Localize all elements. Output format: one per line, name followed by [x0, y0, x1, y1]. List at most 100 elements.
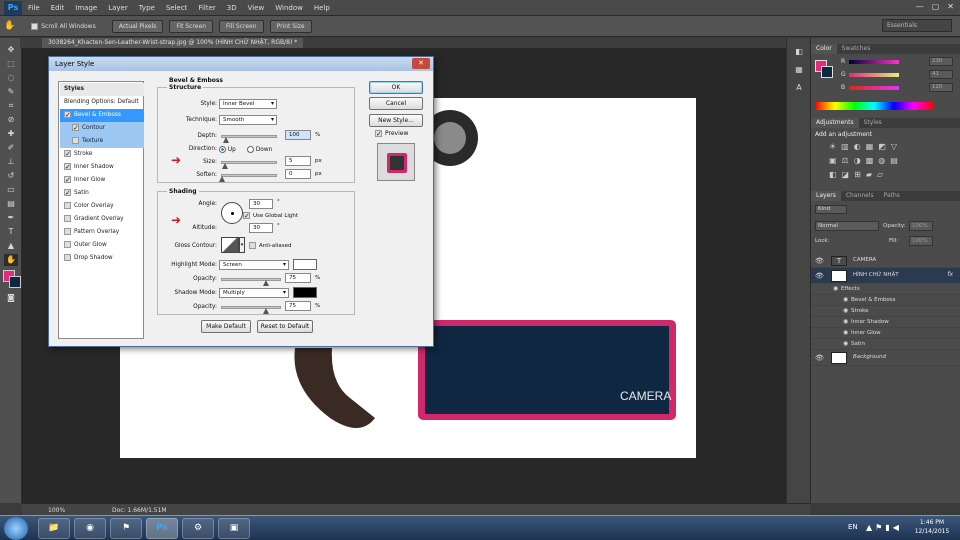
menu-edit[interactable]: Edit — [51, 4, 65, 12]
app-taskbar-icon[interactable]: ⚑ — [110, 518, 142, 539]
soften-slider[interactable] — [219, 174, 277, 182]
style-item-checkbox[interactable] — [64, 202, 71, 209]
character-panel-icon[interactable]: A — [792, 82, 806, 94]
visibility-eye-icon[interactable]: 👁 — [815, 272, 824, 280]
style-item-checkbox[interactable] — [64, 111, 71, 118]
style-item-checkbox[interactable] — [64, 163, 71, 170]
highlight-mode-dropdown[interactable]: Screen — [219, 260, 289, 270]
tab-styles[interactable]: Styles — [859, 118, 887, 128]
make-default-button[interactable]: Make Default — [201, 320, 251, 333]
close-icon[interactable]: ✕ — [947, 2, 954, 11]
hand-tool-icon[interactable]: ✋ — [4, 21, 15, 31]
style-item-inner-glow[interactable]: Inner Glow — [60, 174, 144, 187]
gloss-contour-dropdown-icon[interactable]: ▾ — [239, 237, 245, 253]
style-item-inner-shadow[interactable]: Inner Shadow — [60, 161, 144, 174]
style-item-drop-shadow[interactable]: Drop Shadow — [60, 252, 144, 265]
r-slider[interactable] — [849, 60, 899, 64]
style-item-checkbox[interactable] — [64, 150, 71, 157]
g-slider[interactable] — [849, 73, 899, 77]
effect-visibility-icon[interactable]: ◉ — [843, 329, 848, 336]
layer-row-effect-group[interactable]: ◉ Effects — [811, 284, 960, 295]
style-item-bevel-emboss[interactable]: Bevel & Emboss — [60, 109, 144, 122]
anti-aliased-checkbox[interactable]: Anti-aliased — [249, 242, 291, 249]
effect-visibility-icon[interactable]: ◉ — [843, 296, 848, 303]
layer-row-effect[interactable]: ◉ Inner Shadow — [811, 317, 960, 328]
quick-select-tool-icon[interactable]: ✎ — [4, 86, 18, 98]
layer-row-text[interactable]: 👁 T CAMERA — [811, 254, 960, 268]
shadow-color-swatch[interactable] — [293, 287, 317, 298]
altitude-input[interactable]: 30 — [249, 223, 273, 233]
menu-view[interactable]: View — [248, 4, 265, 12]
photos-taskbar-icon[interactable]: ▣ — [218, 518, 250, 539]
b-slider[interactable] — [849, 86, 899, 90]
highlight-color-swatch[interactable] — [293, 259, 317, 270]
layer-row-effect[interactable]: ◉ Stroke — [811, 306, 960, 317]
layer-row-image[interactable]: 👁 Background — [811, 350, 960, 366]
style-dropdown[interactable]: Inner Bevel — [219, 99, 277, 109]
crop-tool-icon[interactable]: ⌗ — [4, 100, 18, 112]
shadow-opacity-slider[interactable] — [221, 306, 281, 314]
effect-visibility-icon[interactable]: ◉ — [833, 285, 838, 292]
style-item-satin[interactable]: Satin — [60, 187, 144, 200]
menu-file[interactable]: File — [28, 4, 40, 12]
style-item-checkbox[interactable] — [72, 124, 79, 131]
language-indicator[interactable]: EN — [848, 523, 858, 531]
style-item-checkbox[interactable] — [64, 228, 71, 235]
type-tool-icon[interactable]: T — [4, 226, 18, 238]
tab-paths[interactable]: Paths — [879, 191, 905, 201]
menu-type[interactable]: Type — [139, 4, 155, 12]
brush-tool-icon[interactable]: ✐ — [4, 142, 18, 154]
style-item-checkbox[interactable] — [64, 254, 71, 261]
menu-layer[interactable]: Layer — [108, 4, 128, 12]
blend-mode-select[interactable]: Normal — [815, 221, 879, 231]
effect-visibility-icon[interactable]: ◉ — [843, 318, 848, 325]
layer-filter-kind[interactable]: Kind — [815, 205, 847, 214]
gloss-contour-picker[interactable] — [221, 237, 239, 253]
style-item-outer-glow[interactable]: Outer Glow — [60, 239, 144, 252]
tab-layers[interactable]: Layers — [811, 191, 841, 201]
style-item-texture[interactable]: Texture — [60, 135, 144, 148]
color-spectrum[interactable] — [815, 102, 933, 110]
history-brush-icon[interactable]: ↺ — [4, 170, 18, 182]
style-item-contour[interactable]: Contour — [60, 122, 144, 135]
quick-mask-icon[interactable]: ◙ — [4, 292, 18, 304]
direction-down-radio[interactable]: Down — [247, 146, 272, 153]
properties-panel-icon[interactable]: ▦ — [792, 64, 806, 76]
layer-row-effect[interactable]: ◉ Inner Glow — [811, 328, 960, 339]
g-value[interactable]: 41 — [929, 70, 953, 79]
menu-select[interactable]: Select — [166, 4, 188, 12]
tab-color[interactable]: Color — [811, 44, 837, 54]
depth-slider[interactable] — [221, 135, 277, 143]
background-color-swatch[interactable] — [9, 276, 21, 288]
workspace-select[interactable]: Essentials — [882, 19, 952, 32]
explorer-taskbar-icon[interactable]: 📁 — [38, 518, 70, 539]
menu-window[interactable]: Window — [275, 4, 303, 12]
adjustment-icons-row1[interactable]: ☀▥◐▦◩▽ — [829, 142, 902, 151]
r-value[interactable]: 230 — [929, 57, 953, 66]
marquee-tool-icon[interactable]: ⬚ — [4, 58, 18, 70]
style-item-checkbox[interactable] — [64, 241, 71, 248]
shadow-opacity-input[interactable]: 75 — [285, 301, 311, 311]
eraser-tool-icon[interactable]: ▭ — [4, 184, 18, 196]
history-panel-icon[interactable]: ◧ — [792, 46, 806, 58]
fill-input[interactable]: 100% — [909, 236, 933, 246]
style-item-pattern-overlay[interactable]: Pattern Overlay — [60, 226, 144, 239]
ok-button[interactable]: OK — [369, 81, 423, 94]
size-slider[interactable] — [221, 161, 277, 169]
chrome-taskbar-icon[interactable]: ◉ — [74, 518, 106, 539]
photoshop-taskbar-icon[interactable]: Ps — [146, 518, 178, 539]
reset-to-default-button[interactable]: Reset to Default — [257, 320, 313, 333]
blending-options-item[interactable]: Blending Options: Default — [60, 96, 144, 109]
hand-tool-icon[interactable]: ✋ — [4, 254, 18, 266]
gradient-tool-icon[interactable]: ▤ — [4, 198, 18, 210]
cancel-button[interactable]: Cancel — [369, 97, 423, 110]
highlight-opacity-input[interactable]: 75 — [285, 273, 311, 283]
document-tab[interactable]: 3038264_Khacten-Sen-Leather-Wrist-strap.… — [42, 38, 304, 48]
dialog-close-icon[interactable]: ✕ — [412, 58, 430, 69]
highlight-opacity-slider[interactable] — [221, 278, 281, 286]
angle-dial[interactable] — [221, 202, 243, 224]
style-item-color-overlay[interactable]: Color Overlay — [60, 200, 144, 213]
lasso-tool-icon[interactable]: ◌ — [4, 72, 18, 84]
healing-tool-icon[interactable]: ✚ — [4, 128, 18, 140]
fit-screen-button[interactable]: Fit Screen — [169, 19, 213, 33]
